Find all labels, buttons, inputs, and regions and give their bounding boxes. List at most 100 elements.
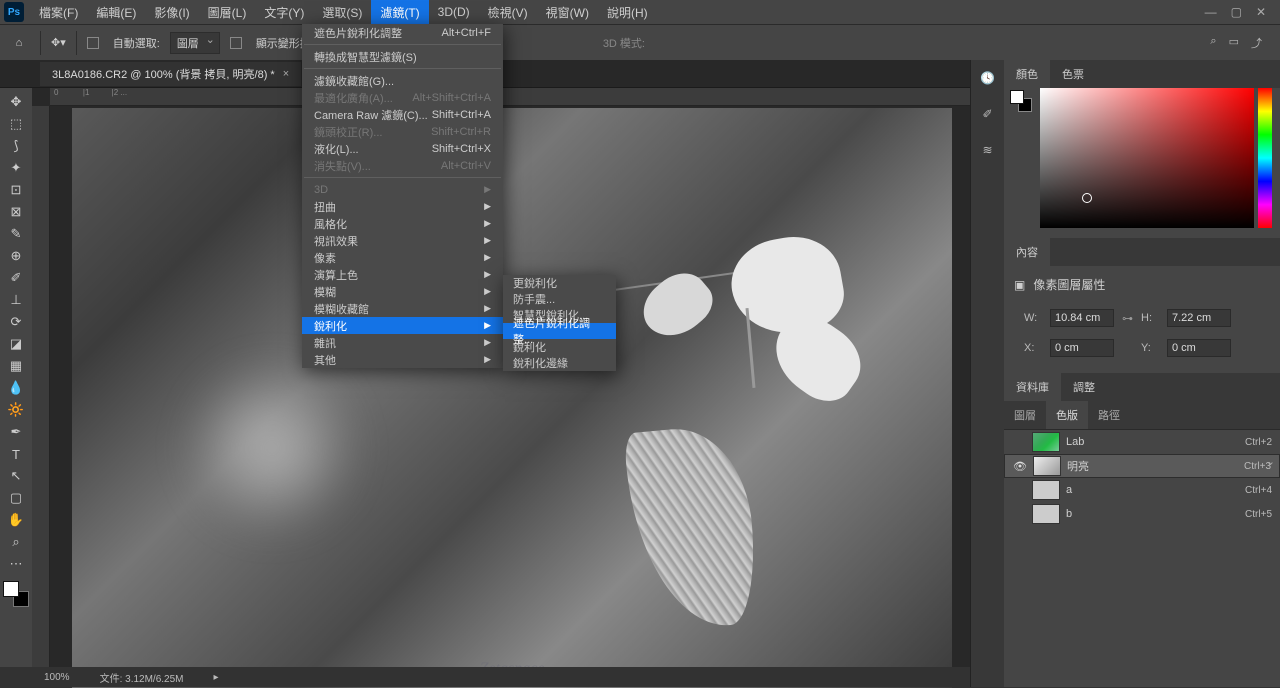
filter-smart[interactable]: 轉換成智慧型濾鏡(S) bbox=[302, 48, 503, 65]
menu-image[interactable]: 影像(I) bbox=[145, 0, 198, 24]
tool-hand[interactable]: ✋ bbox=[3, 509, 29, 531]
tool-path[interactable]: ↖ bbox=[3, 465, 29, 487]
tool-marquee[interactable]: ⬚ bbox=[3, 113, 29, 135]
search-icon[interactable]: ⌕ bbox=[1210, 35, 1216, 51]
channel-lightness[interactable]: 👁 明亮 Ctrl+3 bbox=[1004, 454, 1280, 478]
tool-frame[interactable]: ⊠ bbox=[3, 201, 29, 223]
menu-help[interactable]: 說明(H) bbox=[598, 0, 657, 24]
color-picker[interactable] bbox=[1032, 88, 1280, 238]
width-input[interactable] bbox=[1050, 309, 1114, 327]
tool-gradient[interactable]: ▦ bbox=[3, 355, 29, 377]
minimize-icon[interactable]: — bbox=[1205, 5, 1217, 19]
tool-wand[interactable]: ✦ bbox=[3, 157, 29, 179]
filter-noise[interactable]: 雜訊▶ bbox=[302, 334, 503, 351]
menu-window[interactable]: 視窗(W) bbox=[537, 0, 598, 24]
share-icon[interactable]: ⤴ bbox=[1251, 35, 1262, 51]
color-fgbg[interactable] bbox=[1010, 90, 1032, 112]
filter-other[interactable]: 其他▶ bbox=[302, 351, 503, 368]
y-input[interactable] bbox=[1167, 339, 1231, 357]
sharpen-edges[interactable]: 銳利化邊緣 bbox=[503, 355, 616, 371]
filter-vanish[interactable]: 消失點(V)...Alt+Ctrl+V bbox=[302, 157, 503, 174]
height-input[interactable] bbox=[1167, 309, 1231, 327]
tool-stamp[interactable]: ⊥ bbox=[3, 289, 29, 311]
tool-dodge[interactable]: 🔆 bbox=[3, 399, 29, 421]
menu-3d[interactable]: 3D(D) bbox=[429, 0, 479, 24]
doc-size[interactable]: 文件: 3.12M/6.25M bbox=[100, 670, 184, 685]
filter-blur-gallery[interactable]: 模糊收藏館▶ bbox=[302, 300, 503, 317]
tool-heal[interactable]: ⊕ bbox=[3, 245, 29, 267]
close-icon[interactable]: ✕ bbox=[1256, 5, 1266, 19]
tool-lasso[interactable]: ⟆ bbox=[3, 135, 29, 157]
move-tool-icon[interactable]: ✥▾ bbox=[51, 36, 66, 49]
tab-channels[interactable]: 色版 bbox=[1046, 401, 1088, 429]
filter-3d[interactable]: 3D▶ bbox=[302, 181, 503, 198]
link-wh-icon[interactable]: ⊶ bbox=[1122, 312, 1133, 325]
filter-lens[interactable]: 鏡頭校正(R)...Shift+Ctrl+R bbox=[302, 123, 503, 140]
autoselect-dropdown[interactable]: 圖層 bbox=[170, 32, 220, 54]
maximize-icon[interactable]: ▢ bbox=[1231, 5, 1242, 19]
tab-paths[interactable]: 路徑 bbox=[1088, 401, 1130, 429]
filter-liquify[interactable]: 液化(L)...Shift+Ctrl+X bbox=[302, 140, 503, 157]
sharpen-more[interactable]: 更銳利化 bbox=[503, 275, 616, 291]
filter-raw[interactable]: Camera Raw 濾鏡(C)...Shift+Ctrl+A bbox=[302, 106, 503, 123]
ruler-horizontal[interactable]: 0 |1 |2 ... bbox=[50, 88, 970, 106]
channel-b[interactable]: b Ctrl+5 bbox=[1004, 502, 1280, 526]
sharpen-shake[interactable]: 防手震... bbox=[503, 291, 616, 307]
tab-close-icon[interactable]: × bbox=[283, 68, 289, 80]
menu-layer[interactable]: 圖層(L) bbox=[199, 0, 256, 24]
tool-more[interactable]: ⋯ bbox=[3, 553, 29, 575]
tab-properties[interactable]: 內容 bbox=[1004, 238, 1050, 266]
zoom-level[interactable]: 100% bbox=[44, 672, 70, 683]
menu-file[interactable]: 檔案(F) bbox=[30, 0, 87, 24]
adjust-icon[interactable]: ≋ bbox=[978, 140, 998, 160]
tool-eyedropper[interactable]: ✎ bbox=[3, 223, 29, 245]
filter-pixelate[interactable]: 像素▶ bbox=[302, 249, 503, 266]
filter-sharpen[interactable]: 銳利化▶ bbox=[302, 317, 503, 334]
tool-shape[interactable]: ▢ bbox=[3, 487, 29, 509]
tab-color[interactable]: 顏色 bbox=[1004, 60, 1050, 88]
tool-brush[interactable]: ✐ bbox=[3, 267, 29, 289]
tab-library[interactable]: 資料庫 bbox=[1004, 373, 1061, 401]
menu-edit[interactable]: 編輯(E) bbox=[87, 0, 145, 24]
tab-adjustments[interactable]: 調整 bbox=[1061, 373, 1107, 401]
tool-crop[interactable]: ⊡ bbox=[3, 179, 29, 201]
brush-icon[interactable]: ✐ bbox=[978, 104, 998, 124]
filter-distort[interactable]: 扭曲▶ bbox=[302, 198, 503, 215]
tool-pen[interactable]: ✒ bbox=[3, 421, 29, 443]
menu-view[interactable]: 檢視(V) bbox=[479, 0, 537, 24]
tab-swatches[interactable]: 色票 bbox=[1050, 60, 1096, 88]
filter-blur[interactable]: 模糊▶ bbox=[302, 283, 503, 300]
filter-render[interactable]: 演算上色▶ bbox=[302, 266, 503, 283]
tool-zoom[interactable]: ⌕ bbox=[3, 531, 29, 553]
home-icon[interactable]: ⌂ bbox=[8, 32, 30, 54]
menu-select[interactable]: 選取(S) bbox=[313, 0, 371, 24]
workspace-icon[interactable]: ▭ bbox=[1229, 35, 1239, 51]
filter-video[interactable]: 視訊效果▶ bbox=[302, 232, 503, 249]
tool-eraser[interactable]: ◪ bbox=[3, 333, 29, 355]
tool-history-brush[interactable]: ⟳ bbox=[3, 311, 29, 333]
menu-filter[interactable]: 濾鏡(T) bbox=[371, 0, 428, 24]
x-input[interactable] bbox=[1050, 339, 1114, 357]
tool-move[interactable]: ✥ bbox=[3, 91, 29, 113]
document-tab[interactable]: 3L8A0186.CR2 @ 100% (背景 拷貝, 明亮/8) * × bbox=[40, 62, 301, 86]
tab-layers[interactable]: 圖層 bbox=[1004, 401, 1046, 429]
history-icon[interactable]: 🕓 bbox=[978, 68, 998, 88]
hue-slider[interactable] bbox=[1258, 88, 1272, 228]
sharpen-unsharp-mask[interactable]: 遮色片銳利化調整... bbox=[503, 323, 616, 339]
canvas[interactable]: Zetaspace bbox=[72, 108, 952, 688]
tool-blur[interactable]: 💧 bbox=[3, 377, 29, 399]
channel-a[interactable]: a Ctrl+4 bbox=[1004, 478, 1280, 502]
filter-wide[interactable]: 最適化廣角(A)...Alt+Shift+Ctrl+A bbox=[302, 89, 503, 106]
ruler-vertical[interactable] bbox=[32, 106, 50, 667]
filter-gallery[interactable]: 濾鏡收藏館(G)... bbox=[302, 72, 503, 89]
channel-lab[interactable]: Lab Ctrl+2 bbox=[1004, 430, 1280, 454]
tool-type[interactable]: T bbox=[3, 443, 29, 465]
filter-last[interactable]: 遮色片銳利化調整Alt+Ctrl+F bbox=[302, 24, 503, 41]
autoselect-check[interactable] bbox=[87, 37, 99, 49]
filter-stylize[interactable]: 風格化▶ bbox=[302, 215, 503, 232]
transform-check[interactable] bbox=[230, 37, 242, 49]
fg-bg-colors[interactable] bbox=[3, 581, 29, 607]
menu-type[interactable]: 文字(Y) bbox=[255, 0, 313, 24]
visibility-icon[interactable]: 👁 bbox=[1013, 460, 1027, 473]
status-arrow[interactable]: ▸ bbox=[214, 672, 219, 683]
